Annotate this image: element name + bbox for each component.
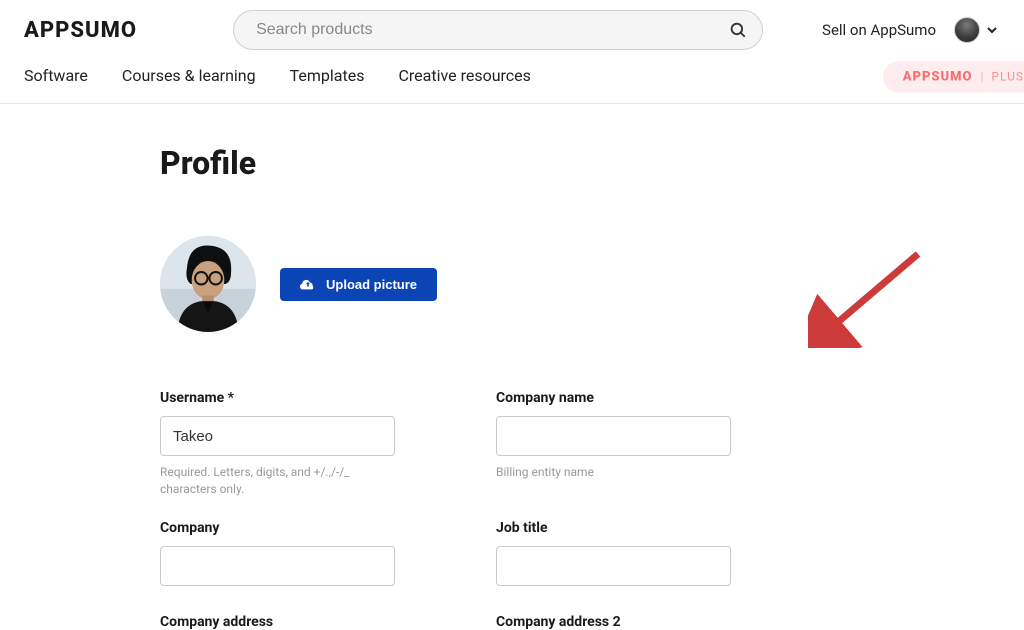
- upload-label: Upload picture: [326, 277, 417, 292]
- brand-logo[interactable]: APPSUMO: [24, 18, 137, 43]
- nav: Software Courses & learning Templates Cr…: [0, 56, 1024, 104]
- field-company: Company: [160, 520, 464, 586]
- page-title: Profile: [160, 144, 800, 182]
- nav-item-templates[interactable]: Templates: [290, 66, 365, 85]
- label-username: Username *: [160, 390, 464, 406]
- sell-link[interactable]: Sell on AppSumo: [822, 21, 936, 39]
- avatar-row: Upload picture: [160, 236, 800, 332]
- help-company-name: Billing entity name: [496, 464, 731, 481]
- job-title-input[interactable]: [496, 546, 731, 586]
- field-username: Username * Required. Letters, digits, an…: [160, 390, 464, 498]
- label-company-address: Company address: [160, 614, 464, 630]
- cloud-upload-icon: [300, 277, 316, 291]
- form-grid: Username * Required. Letters, digits, an…: [160, 390, 800, 630]
- search-wrap: [233, 10, 763, 50]
- appsumo-plus-badge[interactable]: APPSUMO | PLUS: [883, 61, 1024, 92]
- nav-item-courses[interactable]: Courses & learning: [122, 66, 256, 85]
- field-company-name: Company name Billing entity name: [496, 390, 800, 498]
- search-input[interactable]: [233, 10, 763, 50]
- header: APPSUMO Sell on AppSumo: [0, 0, 1024, 56]
- label-company: Company: [160, 520, 464, 536]
- plus-brand: APPSUMO: [903, 69, 973, 84]
- help-username: Required. Letters, digits, and +/.,/-/_ …: [160, 464, 395, 498]
- plus-separator: |: [980, 69, 983, 83]
- nav-item-creative[interactable]: Creative resources: [398, 66, 530, 85]
- plus-word: PLUS: [991, 69, 1024, 83]
- upload-picture-button[interactable]: Upload picture: [280, 268, 437, 301]
- company-name-input[interactable]: [496, 416, 731, 456]
- company-input[interactable]: [160, 546, 395, 586]
- profile-content: Profile: [160, 144, 800, 630]
- username-input[interactable]: [160, 416, 395, 456]
- field-job-title: Job title: [496, 520, 800, 586]
- avatar-thumbnail: [954, 17, 980, 43]
- search-icon[interactable]: [729, 21, 747, 39]
- main: Profile: [0, 104, 1024, 630]
- nav-item-software[interactable]: Software: [24, 66, 88, 85]
- profile-avatar: [160, 236, 256, 332]
- avatar-image: [160, 236, 256, 332]
- account-menu[interactable]: [954, 17, 1000, 43]
- label-company-name: Company name: [496, 390, 800, 406]
- label-job-title: Job title: [496, 520, 800, 536]
- label-company-address-2: Company address 2: [496, 614, 800, 630]
- chevron-down-icon: [984, 22, 1000, 38]
- header-right: Sell on AppSumo: [822, 17, 1000, 43]
